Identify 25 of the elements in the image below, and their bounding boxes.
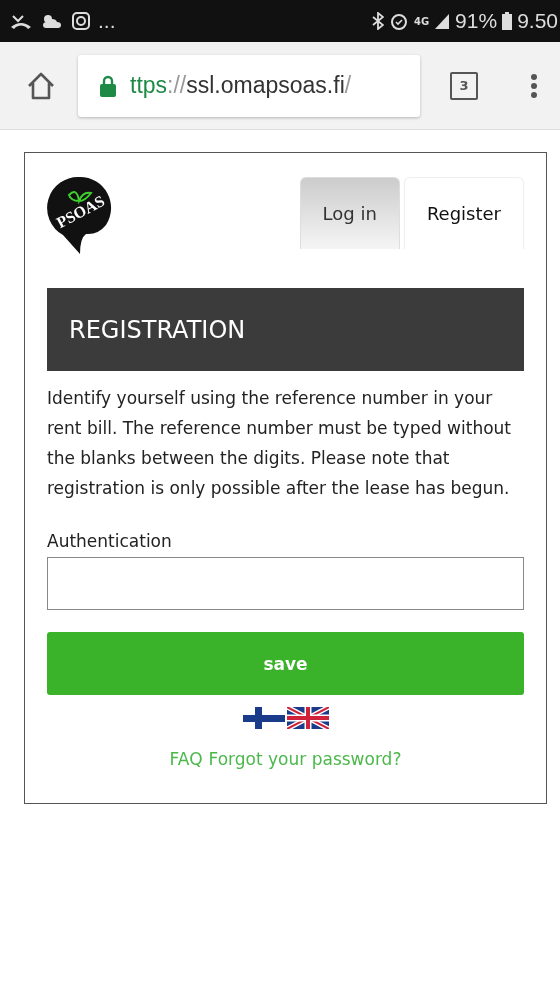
alarm-icon xyxy=(388,11,409,31)
network-type: 4G xyxy=(413,15,430,27)
more-notifications: ... xyxy=(98,9,116,33)
bluetooth-icon xyxy=(371,12,384,30)
weather-icon xyxy=(40,12,64,30)
address-bar[interactable]: ttps://ssl.omapsoas.fi/ xyxy=(78,54,420,117)
battery-percent: 91% xyxy=(455,9,498,33)
url-text: ttps://ssl.omapsoas.fi/ xyxy=(130,72,352,99)
signal-icon xyxy=(434,12,451,30)
field-label: Authentication xyxy=(47,531,173,551)
clock: 9.50 xyxy=(517,9,558,33)
authentication-field[interactable] xyxy=(47,557,524,610)
british-flag-icon[interactable] xyxy=(286,707,329,729)
finnish-flag-icon[interactable] xyxy=(242,707,285,729)
missed-call-icon xyxy=(10,12,32,30)
section-heading: REGISTRATION xyxy=(47,288,524,371)
tab[interactable]: Register xyxy=(403,177,524,249)
camera-icon xyxy=(72,12,90,30)
tab-switcher-button[interactable]: 3 xyxy=(450,71,478,100)
home-icon[interactable] xyxy=(26,71,56,100)
lock-icon xyxy=(100,74,116,97)
battery-icon xyxy=(502,12,513,30)
intro-text: Identify yourself using the reference number in your rent bill. The reference number must be typed without the blanks between the digits. Please note that registration is only possible after the lease has begun. xyxy=(47,387,513,500)
tab[interactable]: Log in xyxy=(299,177,400,249)
menu-icon[interactable] xyxy=(530,72,538,99)
